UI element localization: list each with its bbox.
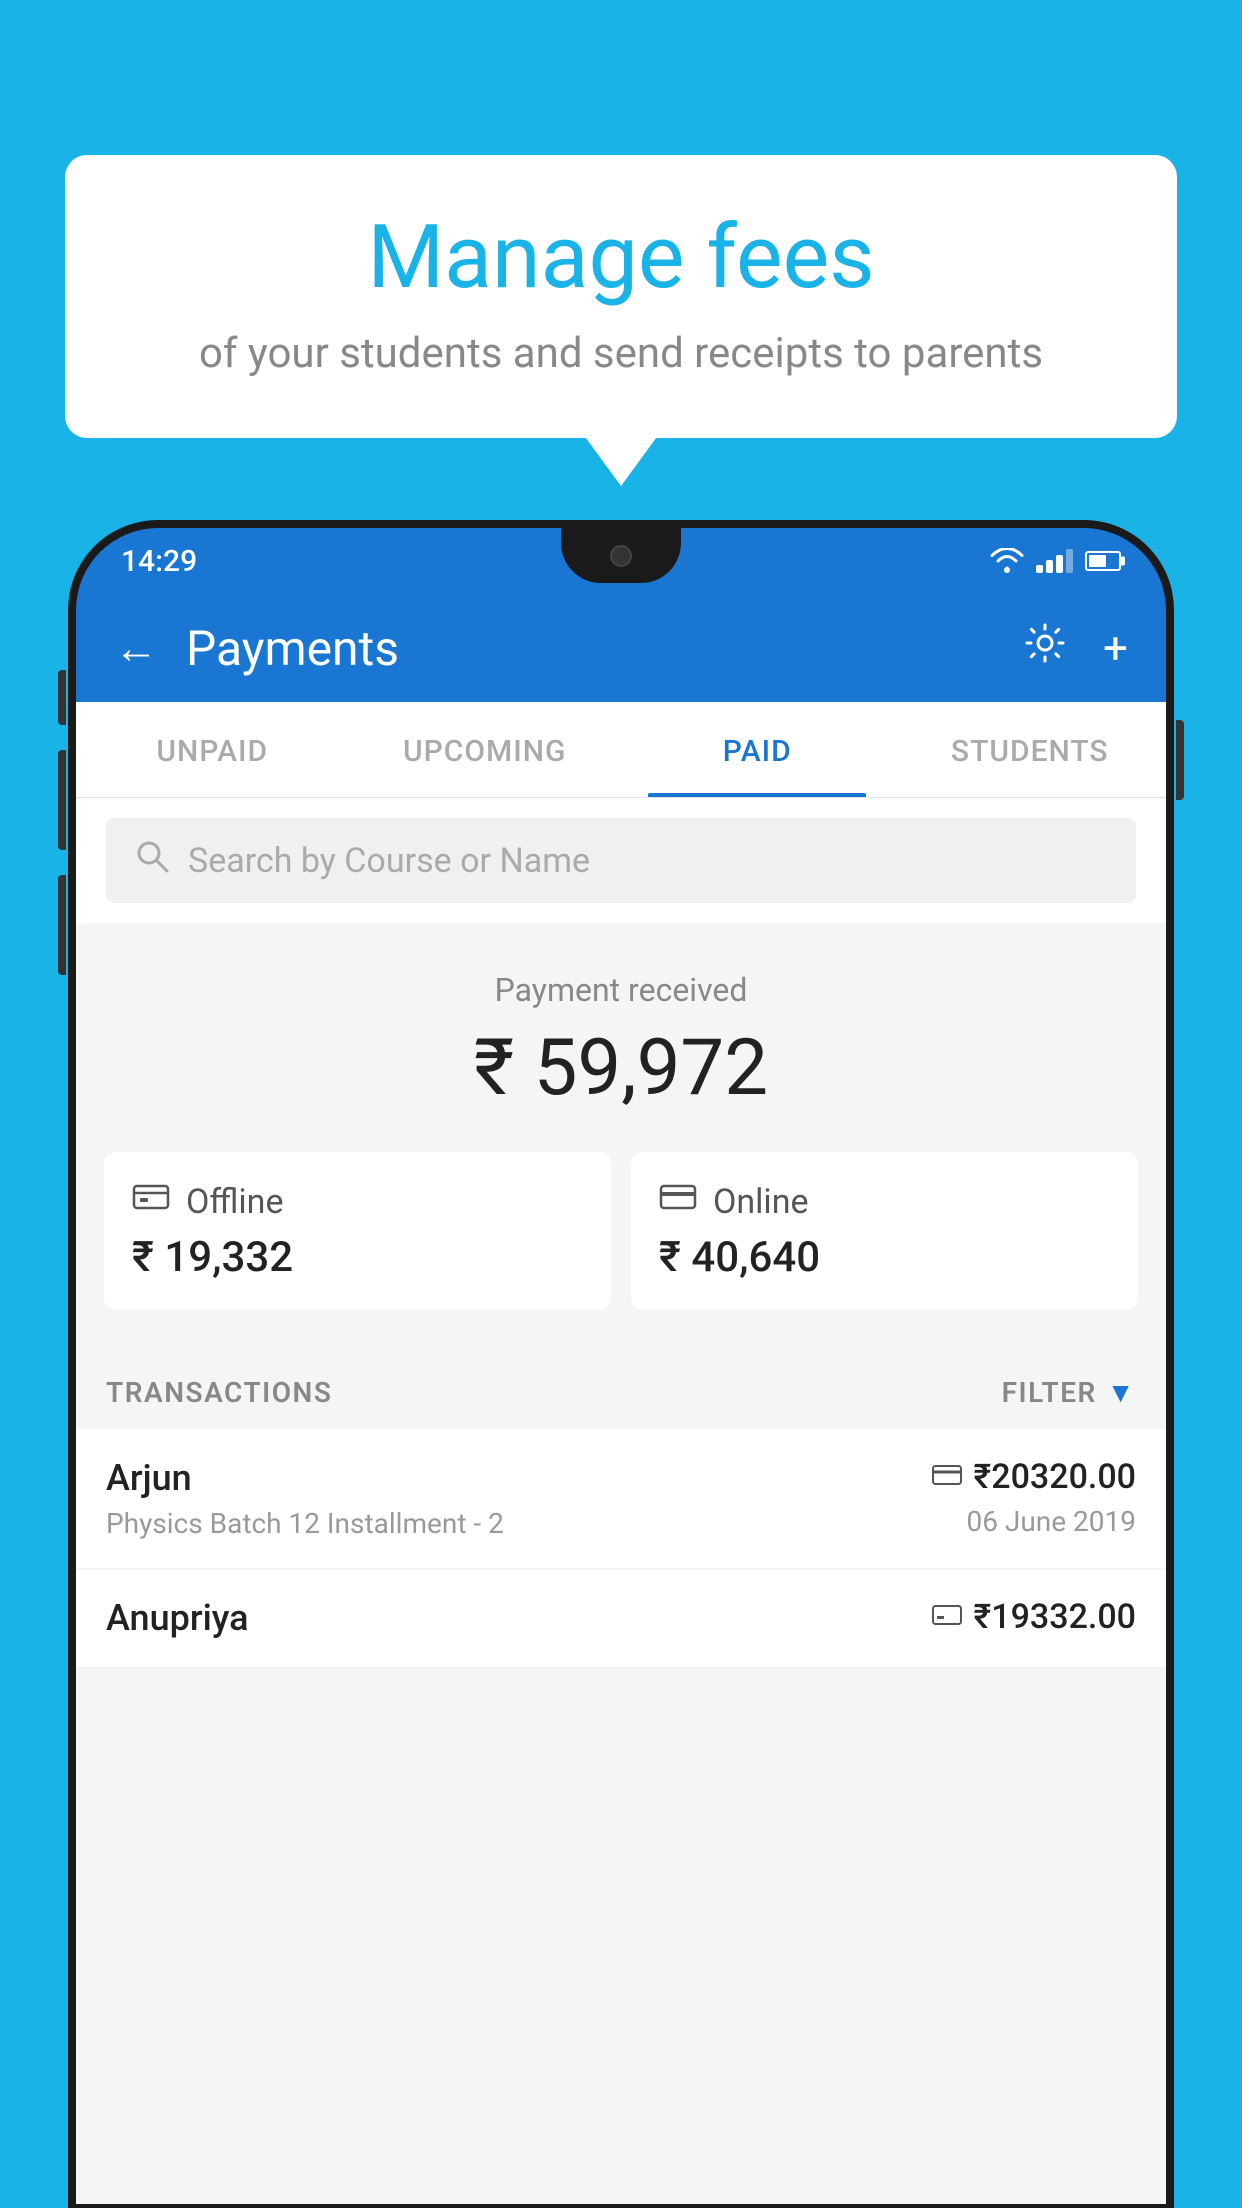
search-box[interactable]: Search by Course or Name	[106, 818, 1136, 903]
tab-students[interactable]: STUDENTS	[894, 702, 1167, 797]
wifi-icon	[990, 548, 1024, 574]
bubble-title: Manage fees	[125, 210, 1117, 307]
settings-icon[interactable]	[1023, 621, 1067, 676]
online-icon	[659, 1180, 697, 1223]
transaction-amount: ₹19332.00	[974, 1597, 1136, 1637]
app-header: ← Payments +	[76, 594, 1166, 702]
filter-label: FILTER	[1002, 1376, 1097, 1409]
add-icon[interactable]: +	[1103, 622, 1128, 674]
filter-icon: ▼	[1107, 1376, 1136, 1409]
app-content: Search by Course or Name Payment receive…	[76, 798, 1166, 2204]
transaction-detail: Physics Batch 12 Installment - 2	[106, 1507, 504, 1540]
camera	[610, 545, 632, 567]
transaction-date: 06 June 2019	[966, 1505, 1136, 1538]
bubble-subtitle: of your students and send receipts to pa…	[125, 329, 1117, 378]
search-icon	[134, 838, 170, 883]
page-title: Payments	[186, 620, 1023, 677]
transaction-info: Arjun Physics Batch 12 Installment - 2	[106, 1457, 504, 1540]
volume-silent-button	[58, 670, 66, 725]
offline-amount: ₹ 19,332	[132, 1233, 583, 1282]
payment-received-amount: ₹ 59,972	[106, 1023, 1136, 1114]
transaction-name: Arjun	[106, 1457, 504, 1499]
payment-summary: Payment received ₹ 59,972	[76, 923, 1166, 1152]
power-button	[1176, 720, 1184, 800]
offline-payment-card: Offline ₹ 19,332	[104, 1152, 611, 1310]
transaction-name: Anupriya	[106, 1597, 249, 1639]
volume-down-button	[58, 875, 66, 975]
offline-icon	[132, 1180, 170, 1223]
phone-frame: 14:29	[68, 520, 1174, 2208]
transaction-amount: ₹20320.00	[974, 1457, 1136, 1497]
speech-bubble: Manage fees of your students and send re…	[65, 155, 1177, 438]
phone-screen: 14:29	[76, 528, 1166, 2208]
status-icons	[990, 548, 1121, 574]
transaction-amount-row: ₹19332.00	[932, 1597, 1136, 1637]
payment-cards: Offline ₹ 19,332 Online	[76, 1152, 1166, 1348]
online-card-header: Online	[659, 1180, 1110, 1223]
transaction-info: Anupriya	[106, 1597, 249, 1639]
online-amount: ₹ 40,640	[659, 1233, 1110, 1282]
back-button[interactable]: ←	[114, 622, 158, 674]
table-row[interactable]: Anupriya ₹19332.00	[76, 1569, 1166, 1668]
filter-button[interactable]: FILTER ▼	[1002, 1376, 1136, 1409]
offline-card-icon	[932, 1601, 962, 1634]
status-time: 14:29	[121, 544, 197, 579]
tabs: UNPAID UPCOMING PAID STUDENTS	[76, 702, 1166, 798]
volume-up-button	[58, 750, 66, 850]
header-actions: +	[1023, 621, 1128, 676]
payment-received-label: Payment received	[106, 971, 1136, 1009]
search-section: Search by Course or Name	[76, 798, 1166, 923]
card-icon	[932, 1461, 962, 1494]
tab-paid[interactable]: PAID	[621, 702, 894, 797]
signal-icon	[1036, 549, 1073, 573]
transaction-amount-section: ₹20320.00 06 June 2019	[932, 1457, 1136, 1538]
tab-unpaid[interactable]: UNPAID	[76, 702, 349, 797]
offline-card-header: Offline	[132, 1180, 583, 1223]
online-payment-card: Online ₹ 40,640	[631, 1152, 1138, 1310]
table-row[interactable]: Arjun Physics Batch 12 Installment - 2	[76, 1429, 1166, 1569]
speech-bubble-container: Manage fees of your students and send re…	[65, 155, 1177, 438]
transactions-list: Arjun Physics Batch 12 Installment - 2	[76, 1429, 1166, 1668]
transaction-amount-section: ₹19332.00	[932, 1597, 1136, 1637]
offline-label: Offline	[186, 1182, 283, 1222]
transactions-label: TRANSACTIONS	[106, 1376, 332, 1409]
notch	[561, 528, 681, 583]
online-label: Online	[713, 1182, 809, 1222]
tab-upcoming[interactable]: UPCOMING	[349, 702, 622, 797]
search-input[interactable]: Search by Course or Name	[188, 841, 590, 881]
transactions-header: TRANSACTIONS FILTER ▼	[76, 1348, 1166, 1429]
battery-icon	[1085, 551, 1121, 571]
status-bar: 14:29	[76, 528, 1166, 594]
transaction-amount-row: ₹20320.00	[932, 1457, 1136, 1497]
